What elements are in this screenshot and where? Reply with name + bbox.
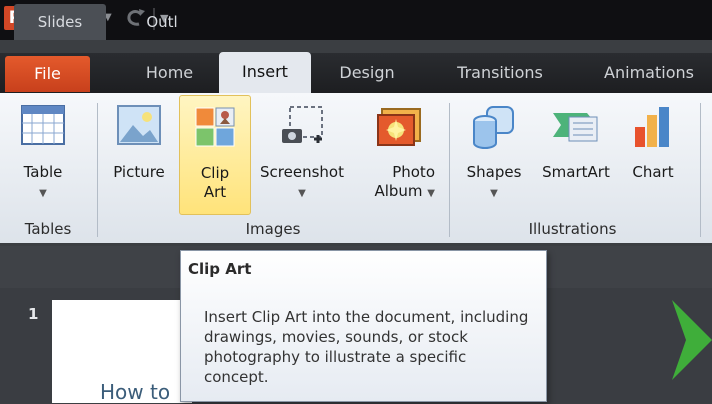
screenshot-button[interactable]: Screenshot ▼: [253, 95, 351, 215]
shapes-dropdown-icon: ▼: [490, 188, 498, 199]
green-arrow-shape: [672, 300, 712, 384]
tab-transitions[interactable]: Transitions: [440, 53, 560, 93]
tab-insert[interactable]: Insert: [219, 52, 311, 96]
smartart-button-label: SmartArt: [542, 163, 610, 181]
group-separator: [700, 103, 701, 237]
group-label-images: Images: [245, 220, 301, 238]
clip-art-label-line2: Art: [203, 183, 227, 201]
shapes-button[interactable]: Shapes ▼: [455, 95, 533, 215]
clip-art-label-line1: Clip: [200, 164, 230, 182]
picture-icon: [117, 105, 161, 149]
tab-animations[interactable]: Animations: [586, 53, 712, 93]
tab-slides[interactable]: Slides: [14, 4, 106, 40]
tab-file[interactable]: File: [5, 56, 90, 92]
slide-thumbnail-title: How to: [100, 380, 171, 404]
shapes-button-label: Shapes: [466, 163, 522, 181]
table-icon: [21, 105, 65, 149]
smartart-button[interactable]: SmartArt: [534, 95, 618, 215]
tooltip-title: Clip Art: [188, 260, 252, 278]
group-label-tables: Tables: [24, 220, 72, 238]
clip-art-icon: [194, 106, 236, 152]
group-label-illustrations: Illustrations: [528, 220, 617, 238]
picture-button-label: Picture: [113, 163, 165, 181]
photo-album-label-line1: Photo: [392, 163, 435, 181]
photo-album-icon: [376, 105, 422, 151]
clip-art-tooltip: Clip Art Insert Clip Art into the docume…: [180, 250, 547, 402]
chart-button-label: Chart: [632, 163, 674, 181]
smartart-icon: [551, 105, 601, 149]
table-button-label: Table: [23, 163, 63, 181]
photo-album-button[interactable]: Photo Album ▼: [357, 95, 441, 215]
tooltip-description: Insert Clip Art into the document, inclu…: [204, 308, 529, 386]
table-dropdown-icon: ▼: [39, 188, 47, 199]
clip-art-button[interactable]: Clip Art: [179, 95, 251, 215]
photo-album-label-line2: Album: [374, 182, 423, 200]
tab-home[interactable]: Home: [122, 53, 217, 93]
tab-outline[interactable]: Outl: [122, 4, 202, 40]
slide-number: 1: [28, 305, 39, 323]
shapes-icon: [471, 105, 517, 153]
screenshot-icon: [278, 105, 326, 153]
chart-icon: [633, 105, 673, 153]
table-button[interactable]: Table ▼: [2, 95, 84, 215]
photo-album-dropdown-icon: ▼: [427, 188, 435, 199]
screenshot-button-label: Screenshot: [260, 163, 344, 181]
ribbon: Table ▼ Tables Picture Clip Art Screenshot…: [0, 93, 712, 243]
screenshot-dropdown-icon: ▼: [298, 188, 306, 199]
title-bar: P ▼ ▼: [0, 0, 712, 40]
picture-button[interactable]: Picture: [103, 95, 175, 215]
tab-design[interactable]: Design: [318, 53, 416, 93]
chart-button[interactable]: Chart: [620, 95, 686, 215]
